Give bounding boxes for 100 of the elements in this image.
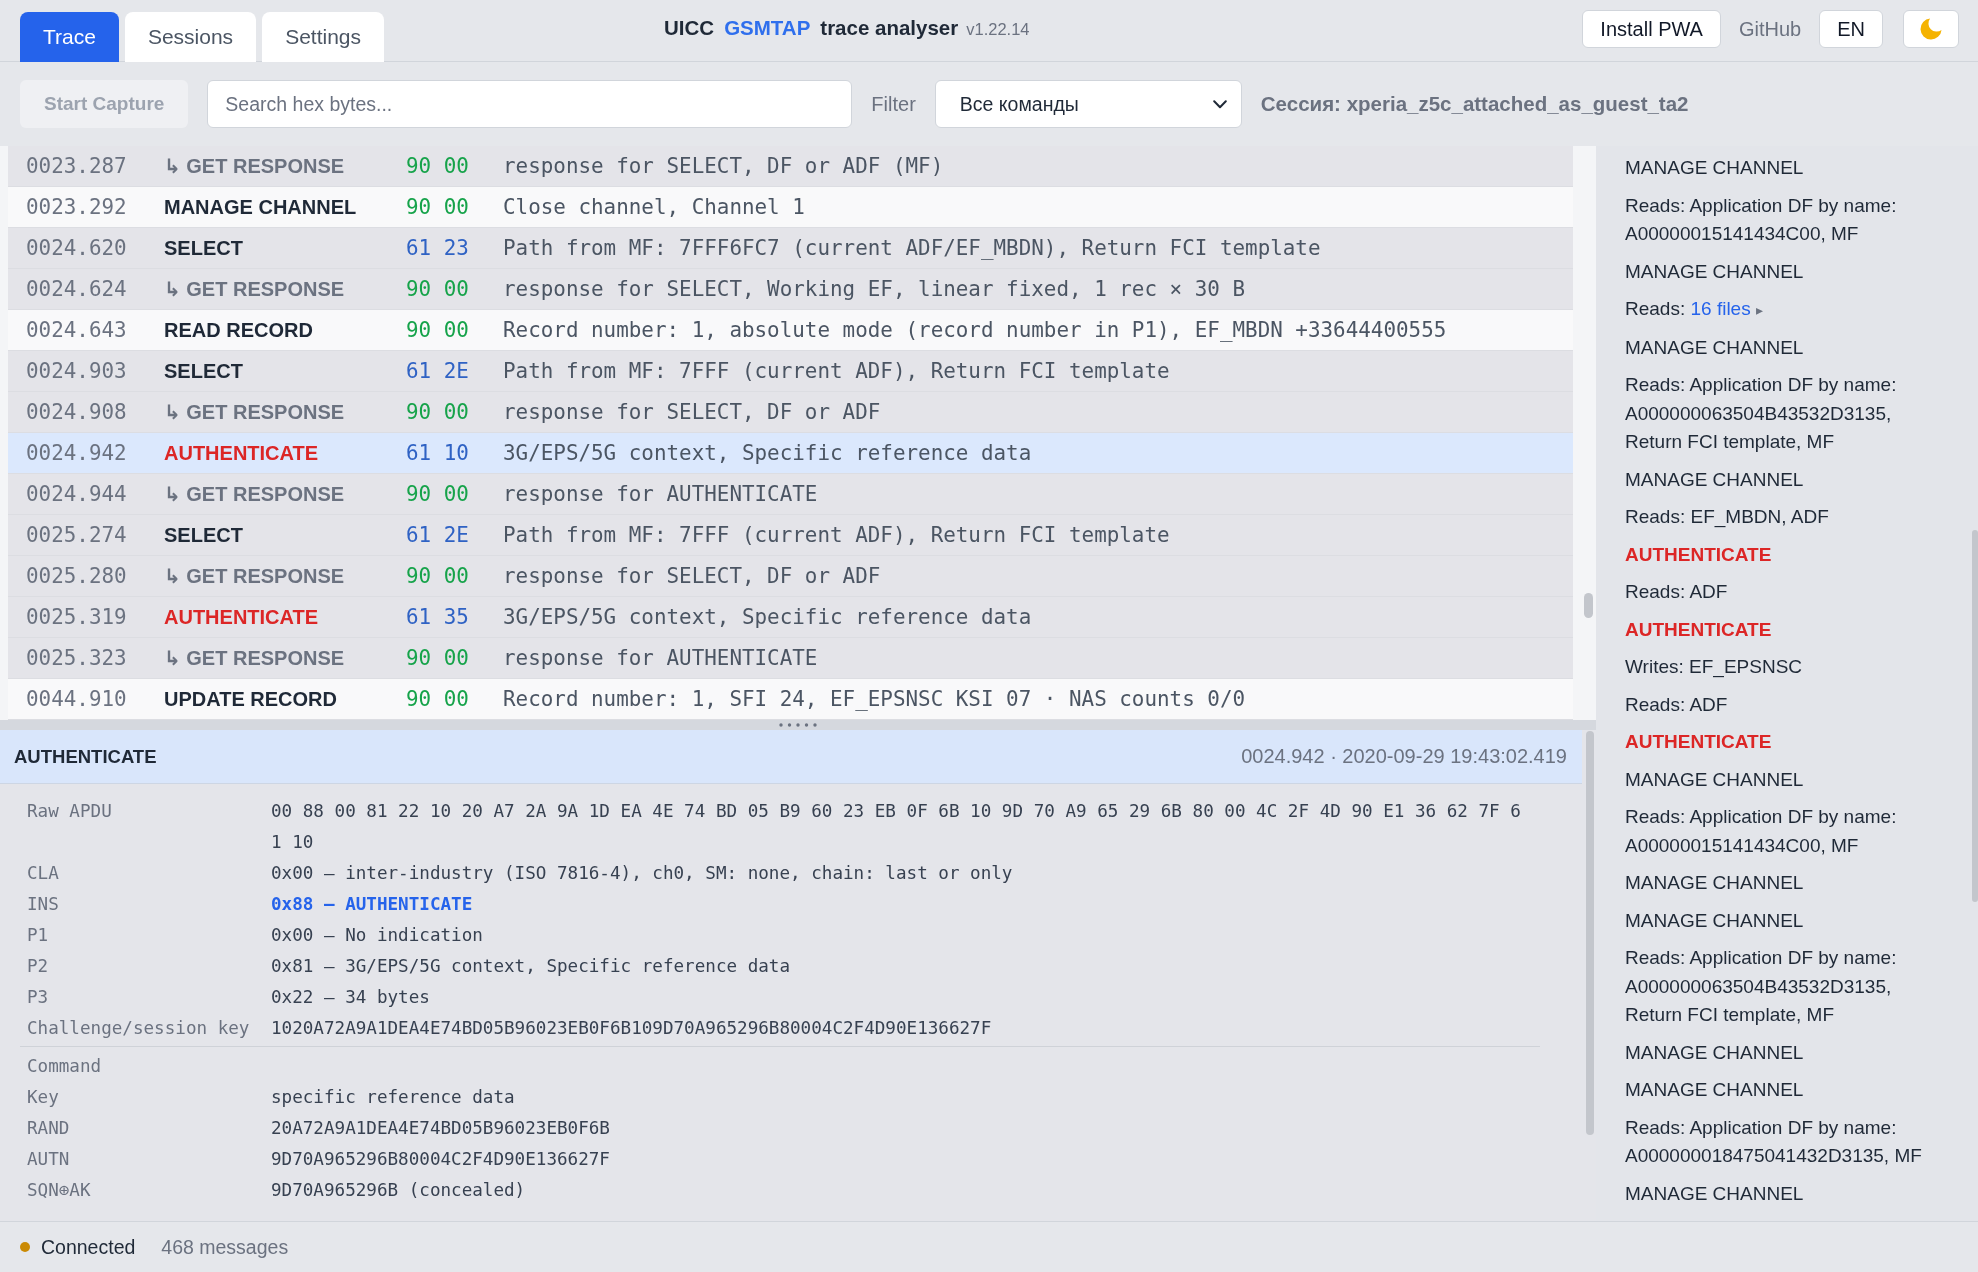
table-row[interactable]: 0023.292 MANAGE CHANNEL 90 00 Close channel, Channel 1 (8, 187, 1573, 228)
sidebar-command[interactable]: MANAGE CHANNEL (1625, 257, 1804, 286)
field-label: P1 (27, 924, 49, 947)
status-word-cell: 61 35 (406, 604, 469, 630)
time-cell: 0024.643 (26, 317, 127, 343)
sidebar-command[interactable]: AUTHENTICATE (1625, 615, 1772, 644)
description-cell: response for AUTHENTICATE (503, 481, 818, 507)
table-row[interactable]: 0044.910 UPDATE RECORD 90 00 Record number: 1, SFI 24, EF_EPSNSC KSI 07 · NAS counts 0/0 (8, 679, 1573, 720)
field-value: 0x22 — 34 bytes (271, 986, 430, 1009)
time-cell: 0044.910 (26, 686, 127, 712)
sidebar-command[interactable]: MANAGE CHANNEL (1625, 154, 1804, 183)
field-value: 9D70A965296B80004C2F4D90E136627F (271, 1148, 610, 1171)
table-row[interactable]: 0025.323 ↳ GET RESPONSE 90 00 response for AUTHENTICATE (8, 638, 1573, 679)
time-cell: 0024.903 (26, 358, 127, 384)
sidebar-command[interactable]: MANAGE CHANNEL (1625, 1076, 1804, 1105)
status-word-cell: 90 00 (406, 399, 469, 425)
field-label: Challenge/session key (27, 1017, 250, 1040)
sidebar-detail: Reads: EF_MBDN, ADF (1625, 505, 1829, 530)
table-row[interactable]: 0024.944 ↳ GET RESPONSE 90 00 response for AUTHENTICATE (8, 474, 1573, 515)
description-cell: response for SELECT, DF or ADF (503, 563, 881, 589)
time-cell: 0025.274 (26, 522, 127, 548)
description-cell: response for SELECT, DF or ADF (503, 399, 881, 425)
time-cell: 0023.292 (26, 194, 127, 220)
field-label: INS (27, 893, 59, 916)
table-row[interactable]: 0023.287 ↳ GET RESPONSE 90 00 response for SELECT, DF or ADF (MF) (8, 146, 1573, 187)
sidebar-command[interactable]: MANAGE CHANNEL (1625, 906, 1804, 935)
message-count: 468 messages (161, 1235, 289, 1259)
expand-caret[interactable]: ▸ (1755, 302, 1763, 318)
command-cell: READ RECORD (164, 317, 313, 343)
status-word-cell: 90 00 (406, 317, 469, 343)
title-text: trace analyser (820, 16, 959, 40)
title-highlight: GSMTAP (724, 16, 811, 40)
moon-icon (1920, 18, 1942, 40)
status-word-cell: 90 00 (406, 194, 469, 220)
description-cell: Record number: 1, SFI 24, EF_EPSNSC KSI 07 · NAS counts 0/0 (503, 686, 1246, 712)
status-label: Connected (41, 1235, 136, 1259)
status-word-cell: 90 00 (406, 153, 469, 179)
status-word-cell: 90 00 (406, 563, 469, 589)
time-cell: 0024.908 (26, 399, 127, 425)
sidebar-command[interactable]: MANAGE CHANNEL (1625, 765, 1804, 794)
sidebar-command[interactable]: MANAGE CHANNEL (1625, 465, 1804, 494)
table-row[interactable]: 0024.643 READ RECORD 90 00 Record number: 1, absolute mode (record number in P1), EF_MBDN +33644400555 (8, 310, 1573, 351)
field-label: RAND (27, 1117, 70, 1140)
sidebar-command[interactable]: AUTHENTICATE (1625, 540, 1772, 569)
scrollbar-thumb[interactable] (1972, 530, 1978, 902)
command-cell: ↳ GET RESPONSE (164, 276, 345, 302)
field-value: 20A72A9A1DEA4E74BD05B96023EB0F6B (271, 1117, 610, 1140)
table-row[interactable]: 0024.942 AUTHENTICATE 61 10 3G/EPS/5G context, Specific reference data (8, 433, 1573, 474)
table-row[interactable]: 0024.903 SELECT 61 2E Path from MF: 7FFF (current ADF), Return FCI template (8, 351, 1573, 392)
theme-toggle-button[interactable] (1903, 10, 1959, 48)
table-row[interactable]: 0025.280 ↳ GET RESPONSE 90 00 response for SELECT, DF or ADF (8, 556, 1573, 597)
command-cell: SELECT (164, 522, 243, 548)
sidebar-command[interactable]: MANAGE CHANNEL (1625, 333, 1804, 362)
section-label: Command (27, 1055, 102, 1078)
field-value: 0x00 — inter-industry (ISO 7816-4), ch0, SM: none, chain: last or only (271, 862, 1013, 885)
sidebar-detail: Reads: Application DF by name: A000000018475041432D3135, MF (1625, 1115, 1923, 1168)
sidebar-command[interactable]: MANAGE CHANNEL (1625, 1179, 1804, 1208)
sidebar-command[interactable]: MANAGE CHANNEL (1625, 1038, 1804, 1067)
time-cell: 0024.620 (26, 235, 127, 261)
command-cell: SELECT (164, 235, 243, 261)
table-row[interactable]: 0025.274 SELECT 61 2E Path from MF: 7FFF (current ADF), Return FCI template (8, 515, 1573, 556)
files-link[interactable]: 16 files (1690, 298, 1751, 319)
search-field[interactable]: Search hex bytes... (207, 80, 853, 128)
chevron-down-icon (1212, 99, 1227, 109)
nav-tab[interactable]: Trace (20, 12, 119, 62)
session-label: Сессия: xperia_z5c_attached_as_guest_ta2 (1260, 92, 1689, 116)
field-value: 9D70A965296B (concealed) (271, 1179, 526, 1202)
scrollbar-thumb[interactable] (1586, 731, 1594, 1135)
field-label: CLA (27, 862, 59, 885)
sidebar-detail: Reads: ADF (1625, 692, 1728, 717)
language-button[interactable]: EN (1819, 10, 1883, 48)
status-word-cell: 90 00 (406, 645, 469, 671)
time-cell: 0024.624 (26, 276, 127, 302)
sidebar-detail: Reads: Application DF by name: A000000063504B43532D3135, Return FCI template, MF (1625, 946, 1898, 1027)
filter-select[interactable]: Все команды (934, 80, 1242, 128)
table-row[interactable]: 0024.908 ↳ GET RESPONSE 90 00 response for SELECT, DF or ADF (8, 392, 1573, 433)
field-value: 1020A72A9A1DEA4E74BD05B96023EB0F6B109D70A965296B80004C2F4D90E136627F (271, 1017, 992, 1040)
description-cell: Close channel, Channel 1 (503, 194, 805, 220)
sidebar-command[interactable]: MANAGE CHANNEL (1625, 869, 1804, 898)
time-cell: 0025.319 (26, 604, 127, 630)
table-row[interactable]: 0024.620 SELECT 61 23 Path from MF: 7FFF6FC7 (current ADF/EF_MBDN), Return FCI template (8, 228, 1573, 269)
command-cell: UPDATE RECORD (164, 686, 337, 712)
resize-handle[interactable] (0, 720, 1596, 730)
status-word-cell: 61 23 (406, 235, 469, 261)
time-cell: 0024.944 (26, 481, 127, 507)
sidebar-command[interactable]: AUTHENTICATE (1625, 728, 1772, 757)
command-cell: ↳ GET RESPONSE (164, 481, 345, 507)
nav-tab[interactable]: Settings (262, 12, 384, 62)
description-cell: Path from MF: 7FFF6FC7 (current ADF/EF_MBDN), Return FCI template (503, 235, 1321, 261)
sidebar-detail: Reads: 16 files ▸ (1625, 297, 1763, 321)
install-button[interactable]: Install PWA (1582, 10, 1721, 48)
command-cell: ↳ GET RESPONSE (164, 399, 345, 425)
nav-tab[interactable]: Sessions (124, 12, 257, 62)
table-row[interactable]: 0024.624 ↳ GET RESPONSE 90 00 response for SELECT, Working EF, linear fixed, 1 rec × 30 B (8, 269, 1573, 310)
scrollbar-thumb[interactable] (1584, 593, 1593, 618)
time-cell: 0025.323 (26, 645, 127, 671)
github-link[interactable]: GitHub (1738, 17, 1802, 41)
description-cell: Path from MF: 7FFF (current ADF), Return FCI template (503, 522, 1170, 548)
status-word-cell: 90 00 (406, 276, 469, 302)
table-row[interactable]: 0025.319 AUTHENTICATE 61 35 3G/EPS/5G context, Specific reference data (8, 597, 1573, 638)
